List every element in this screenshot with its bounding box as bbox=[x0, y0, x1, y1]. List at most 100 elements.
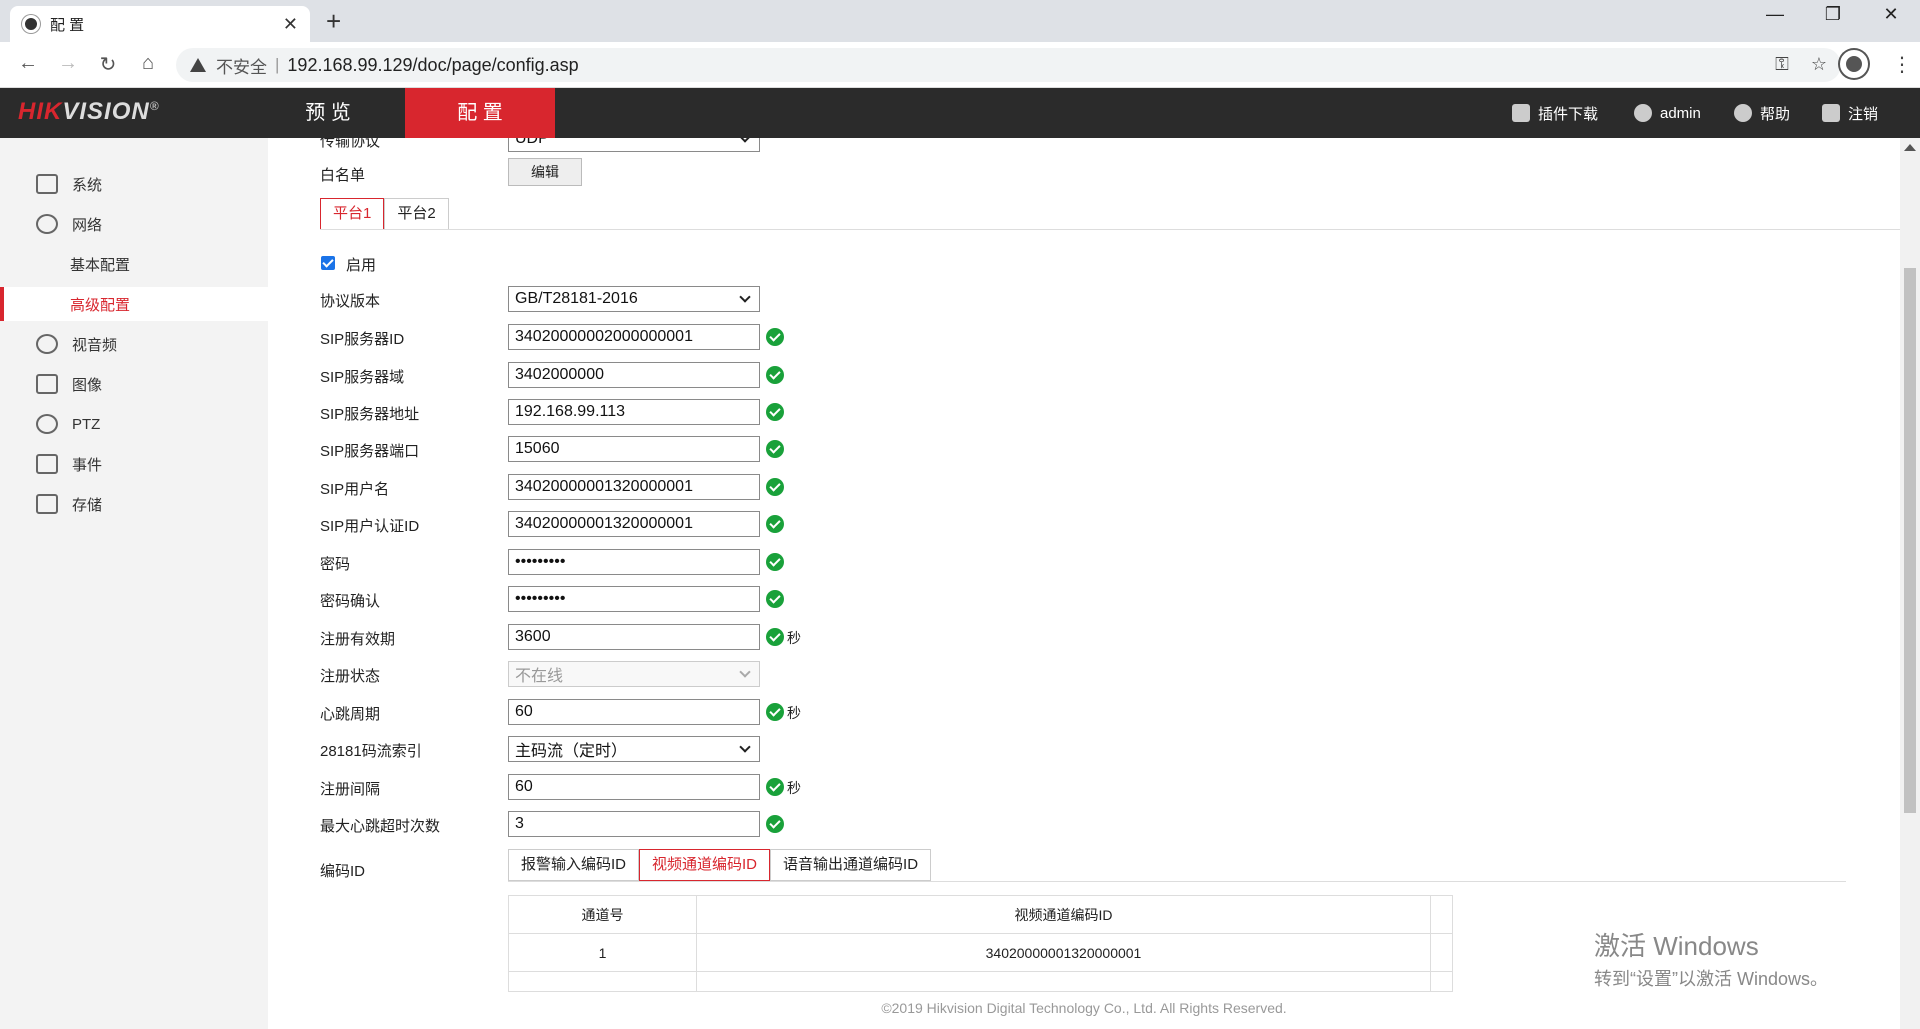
table-row[interactable]: 1 34020000001320000001 bbox=[508, 933, 1453, 972]
page-scrollbar[interactable] bbox=[1900, 138, 1920, 1029]
logout-link[interactable]: 注销 bbox=[1822, 88, 1878, 138]
col-video-channel-id: 视频通道编码ID bbox=[696, 895, 1431, 934]
sidebar-item-ptz[interactable]: PTZ bbox=[0, 407, 268, 441]
tab-title: 配 置 bbox=[50, 16, 85, 34]
check-icon bbox=[766, 778, 784, 796]
sip-server-port-input[interactable] bbox=[508, 436, 760, 462]
tab-alarm-input-id[interactable]: 报警输入编码ID bbox=[508, 849, 640, 881]
sidebar-item-label: 事件 bbox=[72, 456, 103, 474]
check-icon bbox=[766, 515, 784, 533]
help-label: 帮助 bbox=[1760, 105, 1791, 123]
register-interval-label: 注册间隔 bbox=[320, 781, 381, 798]
table-cell: 34020000001320000001 bbox=[696, 933, 1431, 972]
register-validity-input[interactable] bbox=[508, 624, 760, 650]
sidebar-item-event[interactable]: 事件 bbox=[0, 447, 268, 481]
app-header: HIKVISION® 预 览 配 置 插件下载 admin 帮助 注销 bbox=[0, 88, 1920, 138]
minimize-icon[interactable]: — bbox=[1752, 4, 1798, 25]
tab-platform-1[interactable]: 平台1 bbox=[320, 198, 385, 230]
image-icon bbox=[36, 374, 58, 394]
sidebar-item-system[interactable]: 系统 bbox=[0, 167, 268, 201]
sip-server-id-label: SIP服务器ID bbox=[320, 331, 405, 348]
sidebar-item-label: 存储 bbox=[72, 496, 103, 514]
nav-config[interactable]: 配 置 bbox=[405, 88, 555, 138]
tab-audio-output-id[interactable]: 语音输出通道编码ID bbox=[770, 849, 932, 881]
table-row bbox=[508, 971, 1453, 992]
tab-platform-2[interactable]: 平台2 bbox=[384, 198, 449, 230]
register-validity-label: 注册有效期 bbox=[320, 631, 396, 648]
url-input[interactable]: 不安全 | 192.168.99.129/doc/page/config.asp… bbox=[176, 48, 1841, 82]
back-icon[interactable]: ← bbox=[14, 52, 42, 75]
reload-icon[interactable]: ↻ bbox=[94, 52, 122, 77]
system-icon bbox=[36, 174, 58, 194]
sip-auth-id-input[interactable] bbox=[508, 511, 760, 537]
register-status-label: 注册状态 bbox=[320, 668, 381, 685]
sip-server-id-input[interactable] bbox=[508, 324, 760, 350]
chevron-down-icon bbox=[739, 666, 751, 678]
sip-server-address-input[interactable] bbox=[508, 399, 760, 425]
scrollbar-thumb[interactable] bbox=[1904, 268, 1916, 813]
protocol-version-select[interactable]: GB/T28181-2016 bbox=[508, 286, 760, 312]
sidebar-item-image[interactable]: 图像 bbox=[0, 367, 268, 401]
col-scroll bbox=[1430, 895, 1453, 934]
sidebar: 系统 网络 基本配置 高级配置 视音频 图像 PTZ 事件 存储 bbox=[0, 138, 268, 1029]
heartbeat-period-input[interactable] bbox=[508, 699, 760, 725]
insecure-label: 不安全 bbox=[216, 57, 267, 77]
new-tab-icon[interactable]: + bbox=[326, 8, 341, 34]
tab-divider bbox=[320, 229, 1900, 230]
sidebar-item-label: 图像 bbox=[72, 376, 103, 394]
sidebar-item-basic-config[interactable]: 基本配置 bbox=[0, 247, 268, 281]
profile-icon[interactable] bbox=[1840, 50, 1868, 78]
protocol-version-label: 协议版本 bbox=[320, 293, 381, 310]
restore-icon[interactable]: ❐ bbox=[1810, 4, 1856, 25]
tab-video-channel-id[interactable]: 视频通道编码ID bbox=[639, 849, 771, 881]
enable-checkbox[interactable] bbox=[321, 256, 335, 270]
transport-select[interactable]: UDP bbox=[508, 138, 760, 152]
table-cell bbox=[1430, 933, 1453, 972]
sidebar-item-storage[interactable]: 存储 bbox=[0, 487, 268, 521]
edit-whitelist-button[interactable]: 编辑 bbox=[508, 158, 582, 186]
sip-username-input[interactable] bbox=[508, 474, 760, 500]
col-channel-number: 通道号 bbox=[508, 895, 697, 934]
warning-icon bbox=[190, 58, 206, 72]
max-heartbeat-timeout-label: 最大心跳超时次数 bbox=[320, 818, 441, 835]
register-status-select: 不在线 bbox=[508, 661, 760, 687]
table-cell bbox=[1430, 971, 1453, 992]
sip-username-label: SIP用户名 bbox=[320, 481, 390, 498]
sidebar-item-advanced-config[interactable]: 高级配置 bbox=[0, 287, 268, 321]
windows-activation-watermark: 激活 Windows 转到“设置”以激活 Windows。 bbox=[1594, 926, 1828, 991]
logout-label: 注销 bbox=[1848, 105, 1879, 123]
whitelist-label: 白名单 bbox=[320, 167, 366, 184]
forward-icon[interactable]: → bbox=[54, 52, 82, 75]
password-confirm-input[interactable] bbox=[508, 586, 760, 612]
favicon-icon bbox=[22, 15, 40, 33]
password-input[interactable] bbox=[508, 549, 760, 575]
home-icon[interactable]: ⌂ bbox=[134, 52, 162, 75]
key-icon[interactable]: ⚿ bbox=[1775, 54, 1789, 75]
check-icon bbox=[766, 366, 784, 384]
close-tab-icon[interactable]: ✕ bbox=[283, 14, 298, 35]
register-status-value: 不在线 bbox=[515, 668, 564, 685]
password-label: 密码 bbox=[320, 556, 351, 573]
star-icon[interactable]: ☆ bbox=[1811, 54, 1827, 75]
plugin-download-label: 插件下载 bbox=[1538, 105, 1599, 123]
nav-preview[interactable]: 预 览 bbox=[268, 88, 388, 138]
user-label: admin bbox=[1660, 104, 1701, 122]
register-interval-input[interactable] bbox=[508, 774, 760, 800]
globe-icon bbox=[36, 214, 58, 234]
browser-tab[interactable]: 配 置 ✕ bbox=[10, 6, 310, 42]
menu-icon[interactable]: ⋮ bbox=[1892, 52, 1912, 77]
window-close-icon[interactable]: ✕ bbox=[1868, 4, 1914, 25]
stream-index-select[interactable]: 主码流（定时） bbox=[508, 736, 760, 762]
user-link[interactable]: admin bbox=[1634, 88, 1701, 138]
seconds-unit: 秒 bbox=[787, 630, 801, 646]
sidebar-item-audio-video[interactable]: 视音频 bbox=[0, 327, 268, 361]
sip-server-domain-input[interactable] bbox=[508, 362, 760, 388]
help-link[interactable]: 帮助 bbox=[1734, 88, 1790, 138]
address-bar: ← → ↻ ⌂ 不安全 | 192.168.99.129/doc/page/co… bbox=[0, 42, 1920, 88]
scroll-up-icon[interactable] bbox=[1904, 144, 1916, 151]
plugin-download-link[interactable]: 插件下载 bbox=[1512, 88, 1598, 138]
puzzle-icon bbox=[1512, 104, 1530, 122]
sidebar-item-network[interactable]: 网络 bbox=[0, 207, 268, 241]
table-cell: 1 bbox=[508, 933, 697, 972]
max-heartbeat-timeout-input[interactable] bbox=[508, 811, 760, 837]
